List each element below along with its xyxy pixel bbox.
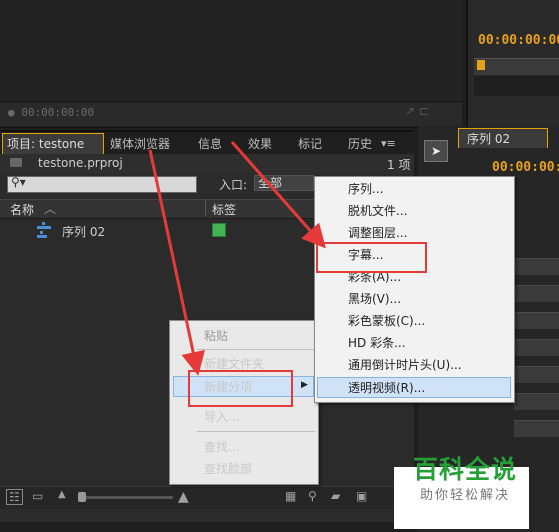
watermark-title: 百科全说	[413, 455, 518, 484]
watermark-subtitle: 助你轻松解决	[420, 488, 511, 503]
arrow-to-new-item	[148, 149, 205, 376]
arrow-to-title	[230, 141, 326, 249]
